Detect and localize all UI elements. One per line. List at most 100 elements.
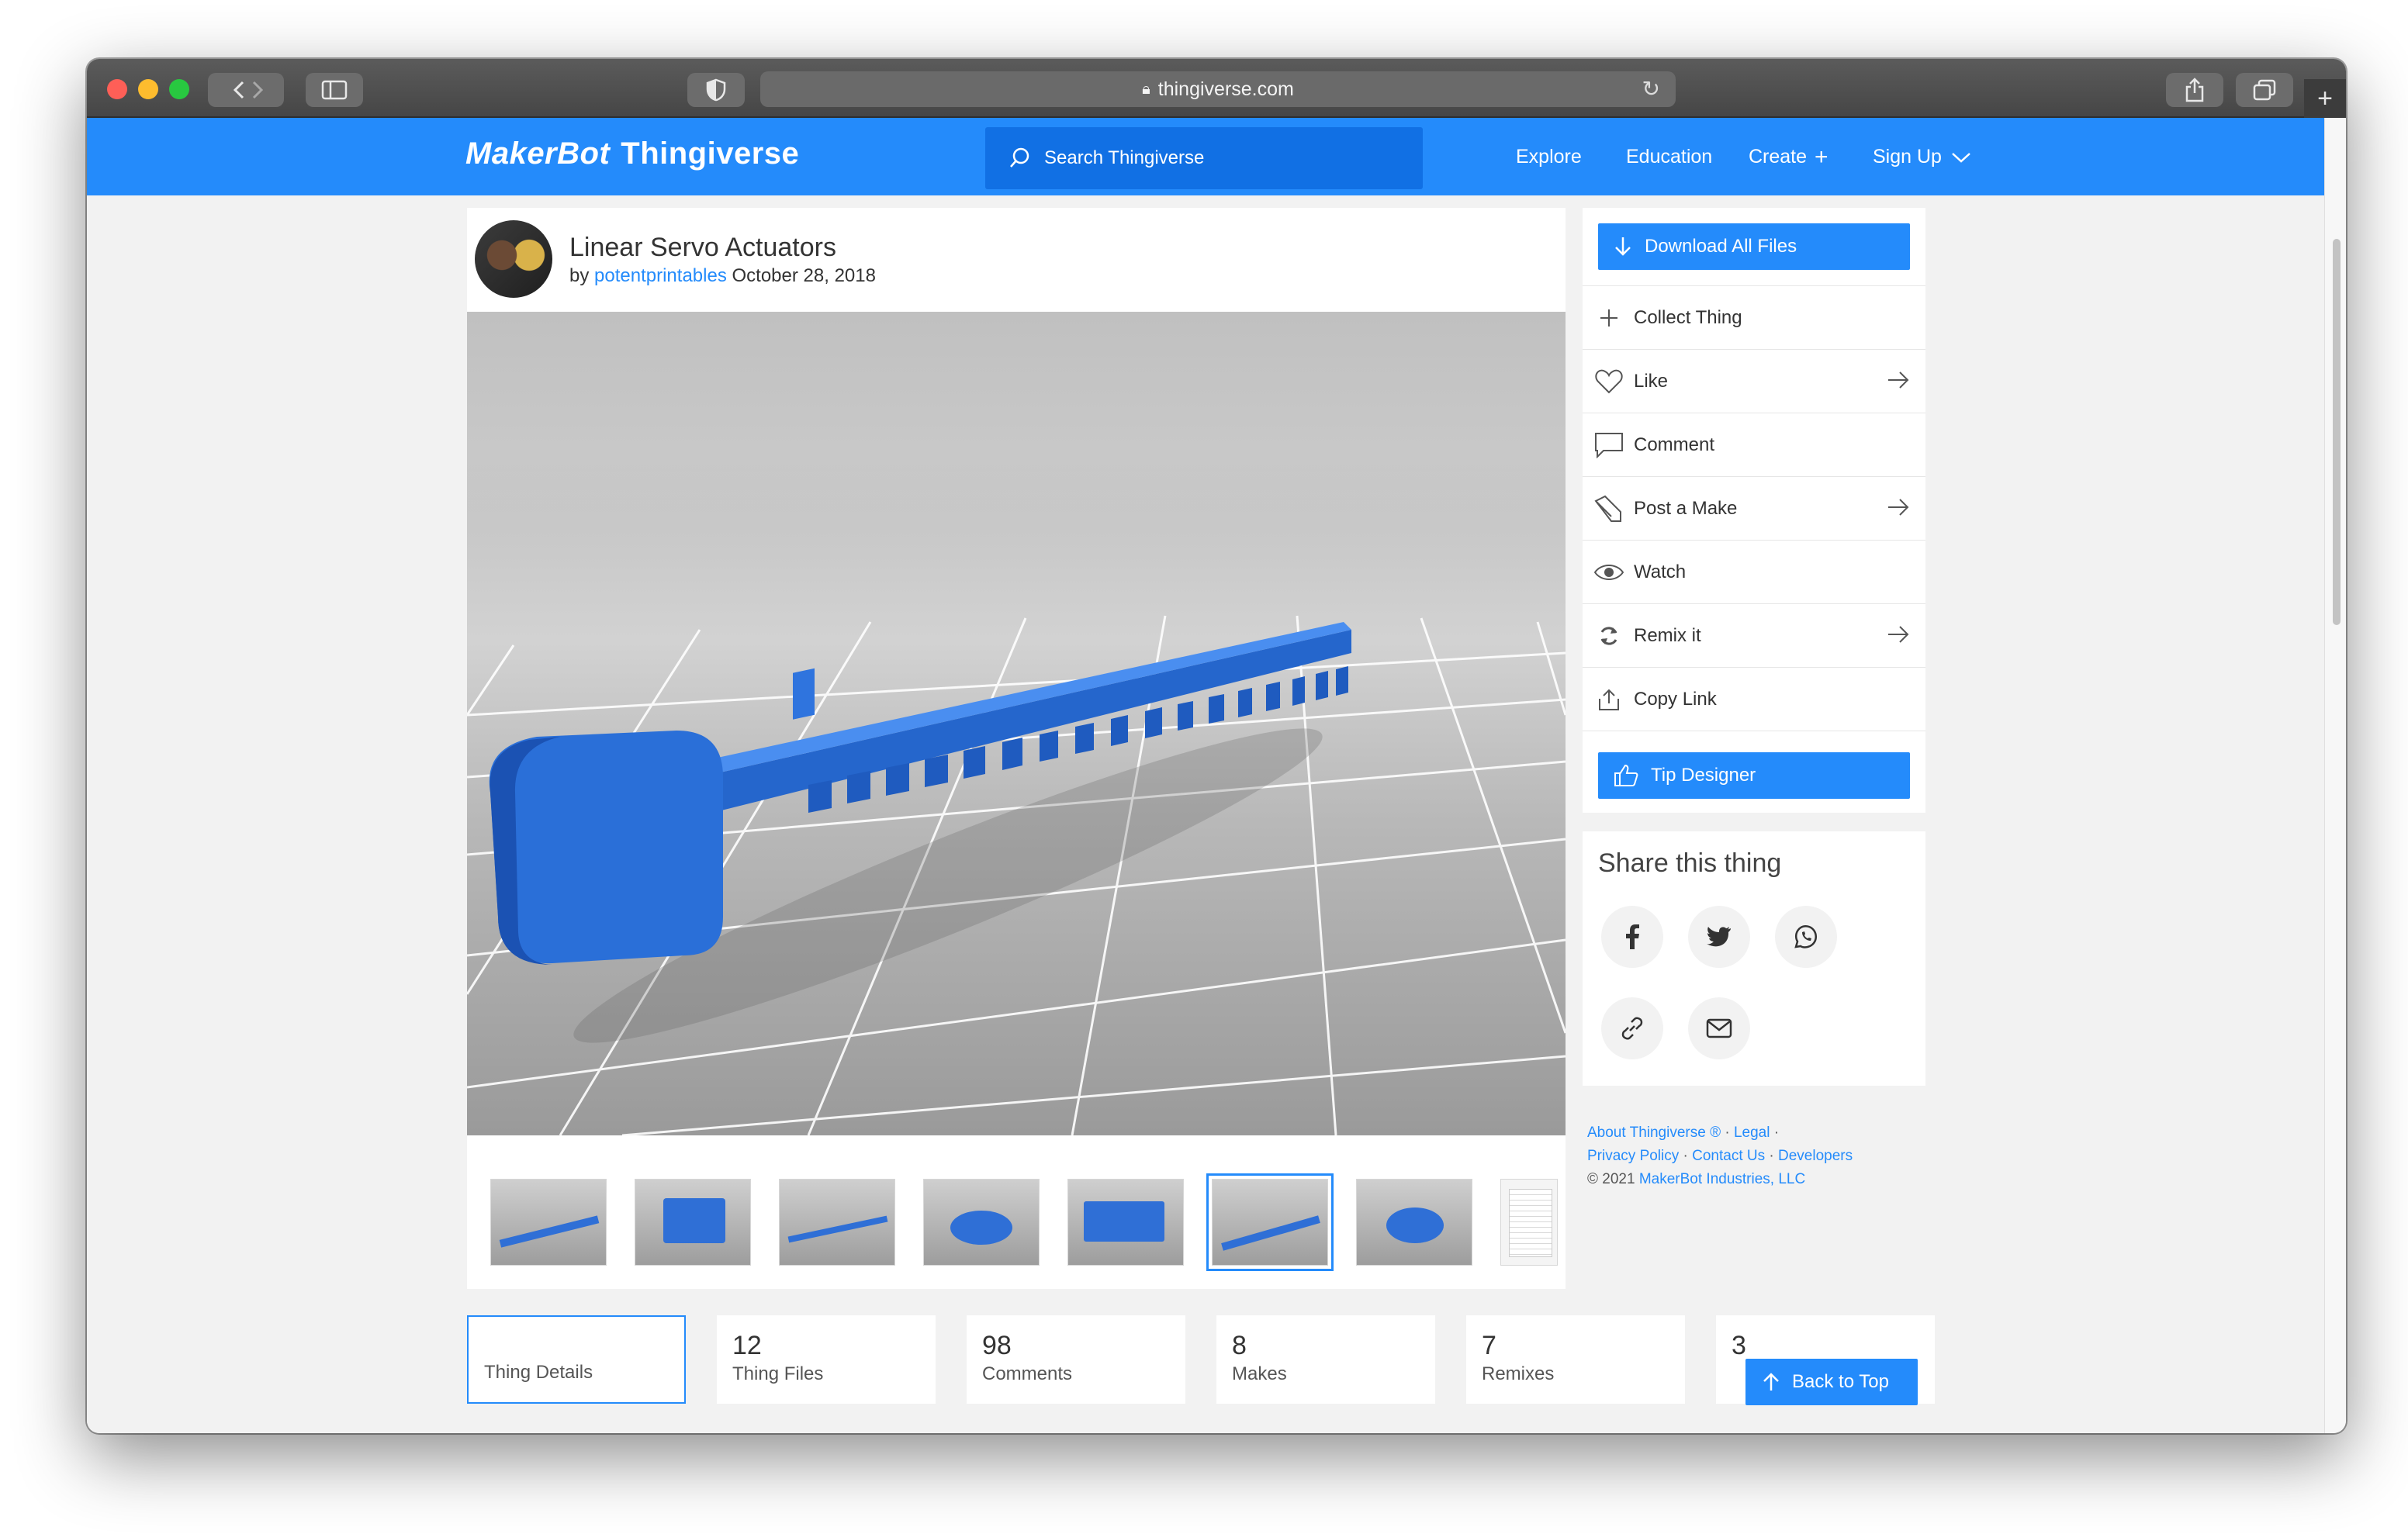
- actions-card: Download All Files Collect Thing Like Co…: [1583, 208, 1925, 813]
- shield-icon: [706, 78, 726, 102]
- share-twitter-button[interactable]: [1688, 906, 1750, 968]
- search-icon: [1010, 147, 1029, 168]
- thumbnail[interactable]: [1356, 1179, 1472, 1266]
- sidebar-toggle-button[interactable]: [306, 73, 363, 107]
- download-all-files-button[interactable]: Download All Files: [1598, 223, 1910, 270]
- author-link[interactable]: potentprintables: [594, 265, 727, 286]
- back-forward-buttons[interactable]: [208, 73, 284, 107]
- nav-education[interactable]: Education: [1626, 146, 1712, 168]
- privacy-link[interactable]: Privacy Policy: [1587, 1148, 1679, 1164]
- page-viewport: MakerBot Thingiverse Search Thingiverse E…: [87, 118, 2324, 1433]
- search-input[interactable]: Search Thingiverse: [985, 127, 1423, 189]
- tab-thing-details[interactable]: Thing Details: [467, 1315, 686, 1404]
- vertical-scrollbar[interactable]: [2324, 118, 2346, 1433]
- makerbot-thingiverse-logo[interactable]: MakerBot Thingiverse: [465, 136, 799, 171]
- footer-links: About Thingiverse ® · Legal · Privacy Po…: [1587, 1125, 1853, 1187]
- reload-icon[interactable]: ↻: [1642, 76, 1660, 102]
- logo-makerbot-text: MakerBot: [465, 136, 611, 171]
- thumbnail[interactable]: [779, 1179, 895, 1266]
- close-window-button[interactable]: [107, 79, 127, 99]
- thing-byline: by potentprintables October 28, 2018: [569, 265, 876, 287]
- company-link[interactable]: MakerBot Industries, LLC: [1639, 1171, 1805, 1187]
- new-tab-button[interactable]: +: [2304, 79, 2346, 118]
- tip-designer-button[interactable]: Tip Designer: [1598, 752, 1910, 799]
- thumbnail[interactable]: [490, 1179, 607, 1266]
- forward-icon: [252, 81, 264, 99]
- tab-remixes[interactable]: 7 Remixes: [1466, 1315, 1685, 1404]
- sidebar-icon: [321, 80, 348, 100]
- privacy-report-button[interactable]: [687, 73, 745, 107]
- scrollbar-thumb[interactable]: [2333, 239, 2341, 625]
- collect-thing-button[interactable]: Collect Thing: [1583, 285, 1925, 349]
- facebook-icon: [1626, 924, 1639, 949]
- copy-link-label: Copy Link: [1634, 688, 1717, 710]
- legal-link[interactable]: Legal: [1734, 1125, 1770, 1141]
- tabs-overview-button[interactable]: [2236, 73, 2293, 107]
- back-to-top-label: Back to Top: [1792, 1371, 1889, 1392]
- stat-number: 3: [1732, 1331, 1746, 1360]
- stat-label: Thing Files: [732, 1363, 824, 1384]
- thing-title: Linear Servo Actuators: [569, 233, 836, 262]
- thumbnail-strip: [467, 1159, 1566, 1271]
- arrow-right-icon: [1888, 371, 1909, 389]
- plus-icon: [1600, 309, 1617, 326]
- nav-create[interactable]: Create +: [1749, 145, 1828, 168]
- stat-label: Makes: [1232, 1363, 1287, 1384]
- search-placeholder: Search Thingiverse: [1044, 147, 1205, 168]
- chevron-down-icon: [1952, 152, 1970, 163]
- comment-button[interactable]: Comment: [1583, 413, 1925, 476]
- post-a-make-button[interactable]: Post a Make: [1583, 476, 1925, 540]
- tab-comments[interactable]: 98 Comments: [967, 1315, 1185, 1404]
- url-text: thingiverse.com: [1157, 78, 1294, 100]
- developers-link[interactable]: Developers: [1778, 1148, 1853, 1164]
- thumbnail[interactable]: [1500, 1179, 1558, 1266]
- like-label: Like: [1634, 370, 1669, 392]
- nav-explore[interactable]: Explore: [1516, 146, 1582, 168]
- thumbs-up-icon: [1614, 764, 1638, 786]
- tab-makes[interactable]: 8 Makes: [1216, 1315, 1435, 1404]
- minimize-window-button[interactable]: [138, 79, 158, 99]
- arrow-right-icon: [1888, 626, 1909, 643]
- share-facebook-button[interactable]: [1601, 906, 1663, 968]
- share-whatsapp-button[interactable]: [1775, 906, 1837, 968]
- stat-number: 8: [1232, 1331, 1247, 1360]
- share-page-button[interactable]: [2166, 73, 2223, 107]
- nav-signup-label: Sign Up: [1873, 146, 1942, 168]
- address-bar[interactable]: 🔒︎ thingiverse.com ↻: [760, 71, 1676, 107]
- share-card: Share this thing: [1583, 831, 1925, 1086]
- nav-signup[interactable]: Sign Up: [1873, 146, 1971, 168]
- thumbnail[interactable]: [635, 1179, 751, 1266]
- remix-button[interactable]: Remix it: [1583, 603, 1925, 667]
- about-link[interactable]: About Thingiverse ®: [1587, 1125, 1721, 1141]
- collect-label: Collect Thing: [1634, 306, 1742, 328]
- thumbnail[interactable]: [923, 1179, 1040, 1266]
- share-link-button[interactable]: [1601, 997, 1663, 1059]
- tip-label: Tip Designer: [1651, 765, 1756, 786]
- back-to-top-button[interactable]: Back to Top: [1745, 1359, 1918, 1405]
- stat-label: Comments: [982, 1363, 1073, 1384]
- download-arrow-icon: [1615, 237, 1631, 256]
- model-image-viewer[interactable]: [467, 312, 1566, 1135]
- back-icon[interactable]: [227, 78, 265, 102]
- browser-window: 🔒︎ thingiverse.com ↻ + MakerBot Thingiver…: [87, 59, 2346, 1433]
- stat-number: 12: [732, 1331, 762, 1360]
- email-icon: [1706, 1018, 1732, 1038]
- post-make-label: Post a Make: [1634, 497, 1738, 519]
- stat-number: 98: [982, 1331, 1012, 1360]
- contact-link[interactable]: Contact Us: [1692, 1148, 1765, 1164]
- like-button[interactable]: Like: [1583, 349, 1925, 413]
- tab-thing-files[interactable]: 12 Thing Files: [717, 1315, 936, 1404]
- share-email-button[interactable]: [1688, 997, 1750, 1059]
- stat-label: Remixes: [1482, 1363, 1555, 1384]
- twitter-icon: [1707, 927, 1731, 947]
- designer-avatar[interactable]: [475, 220, 552, 298]
- zoom-window-button[interactable]: [169, 79, 189, 99]
- watch-button[interactable]: Watch: [1583, 540, 1925, 603]
- nozzle-icon: [1594, 495, 1621, 522]
- share-icon: [2185, 78, 2204, 102]
- thumbnail[interactable]: [1206, 1173, 1334, 1271]
- copy-link-button[interactable]: Copy Link: [1583, 667, 1925, 731]
- link-icon: [1621, 1017, 1643, 1040]
- thumbnail[interactable]: [1067, 1179, 1184, 1266]
- thing-main-card: Linear Servo Actuators by potentprintabl…: [467, 208, 1566, 1289]
